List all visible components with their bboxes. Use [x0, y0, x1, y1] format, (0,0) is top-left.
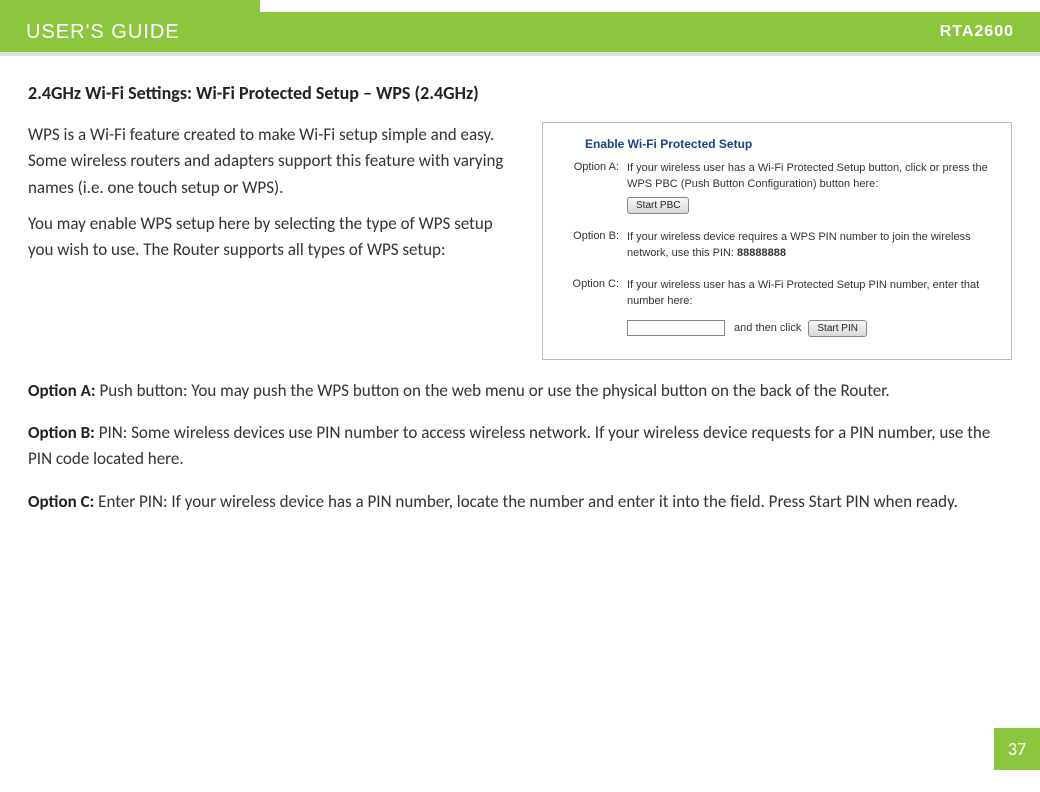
option-c-text: Enter PIN: If your wireless device has a… [98, 491, 958, 512]
page-number-tab: 37 [994, 728, 1040, 770]
embedded-screenshot-wrapper: Enable Wi-Fi Protected Setup Option A: I… [542, 122, 1012, 360]
option-descriptions: Option A: Push button: You may push the … [28, 378, 1012, 515]
wps-option-a-row: Option A: If your wireless user has a Wi… [557, 161, 997, 214]
intro-paragraph-1: WPS is a Wi-Fi feature created to make W… [28, 122, 520, 201]
wps-screenshot-title: Enable Wi-Fi Protected Setup [557, 137, 997, 151]
option-b-text: PIN: Some wireless devices use PIN numbe… [28, 422, 990, 469]
option-b-bold: Option B: [28, 422, 99, 443]
wps-option-b-row: Option B: If your wireless device requir… [557, 230, 997, 262]
wps-option-b-label: Option B: [557, 230, 627, 262]
wps-and-then-text: and then click [731, 322, 804, 334]
option-c-bold: Option C: [28, 491, 98, 512]
option-c-paragraph: Option C: Enter PIN: If your wireless de… [28, 489, 1012, 515]
two-column-row: WPS is a Wi-Fi feature created to make W… [28, 122, 1012, 360]
wps-option-b-body: If your wireless device requires a WPS P… [627, 230, 997, 262]
page-body: 2.4GHz Wi-Fi Settings: Wi-Fi Protected S… [28, 82, 1012, 531]
wps-screenshot: Enable Wi-Fi Protected Setup Option A: I… [542, 122, 1012, 360]
wps-option-c-row: Option C: If your wireless user has a Wi… [557, 278, 997, 337]
intro-paragraph-2: You may enable WPS setup here by selecti… [28, 211, 520, 264]
option-a-paragraph: Option A: Push button: You may push the … [28, 378, 1012, 404]
option-b-paragraph: Option B: PIN: Some wireless devices use… [28, 420, 1012, 473]
option-a-bold: Option A: [28, 380, 99, 401]
header-underline [0, 52, 1040, 56]
header-model: RTA2600 [940, 23, 1014, 41]
wps-option-b-prefix: If your wireless device requires a WPS P… [627, 231, 971, 259]
header-tab [0, 0, 260, 12]
section-title: 2.4GHz Wi-Fi Settings: Wi-Fi Protected S… [28, 82, 1012, 104]
header-bar: USER'S GUIDE RTA2600 [0, 12, 1040, 52]
wps-option-c-text: If your wireless user has a Wi-Fi Protec… [627, 278, 997, 310]
document-header: USER'S GUIDE RTA2600 [0, 0, 1040, 68]
wps-pin-input[interactable] [627, 320, 725, 336]
wps-option-a-body: If your wireless user has a Wi-Fi Protec… [627, 161, 997, 214]
start-pin-button[interactable]: Start PIN [808, 320, 867, 337]
wps-pin-value: 88888888 [737, 247, 786, 259]
header-title: USER'S GUIDE [26, 21, 180, 44]
wps-option-c-label: Option C: [557, 278, 627, 337]
wps-option-a-label: Option A: [557, 161, 627, 214]
wps-option-c-body: If your wireless user has a Wi-Fi Protec… [627, 278, 997, 337]
wps-option-b-text: If your wireless device requires a WPS P… [627, 231, 971, 259]
wps-option-a-text: If your wireless user has a Wi-Fi Protec… [627, 161, 997, 193]
intro-text: WPS is a Wi-Fi feature created to make W… [28, 122, 520, 360]
start-pbc-button[interactable]: Start PBC [627, 197, 689, 214]
option-a-text: Push button: You may push the WPS button… [99, 380, 889, 401]
wps-option-c-input-row: and then click Start PIN [627, 316, 997, 337]
